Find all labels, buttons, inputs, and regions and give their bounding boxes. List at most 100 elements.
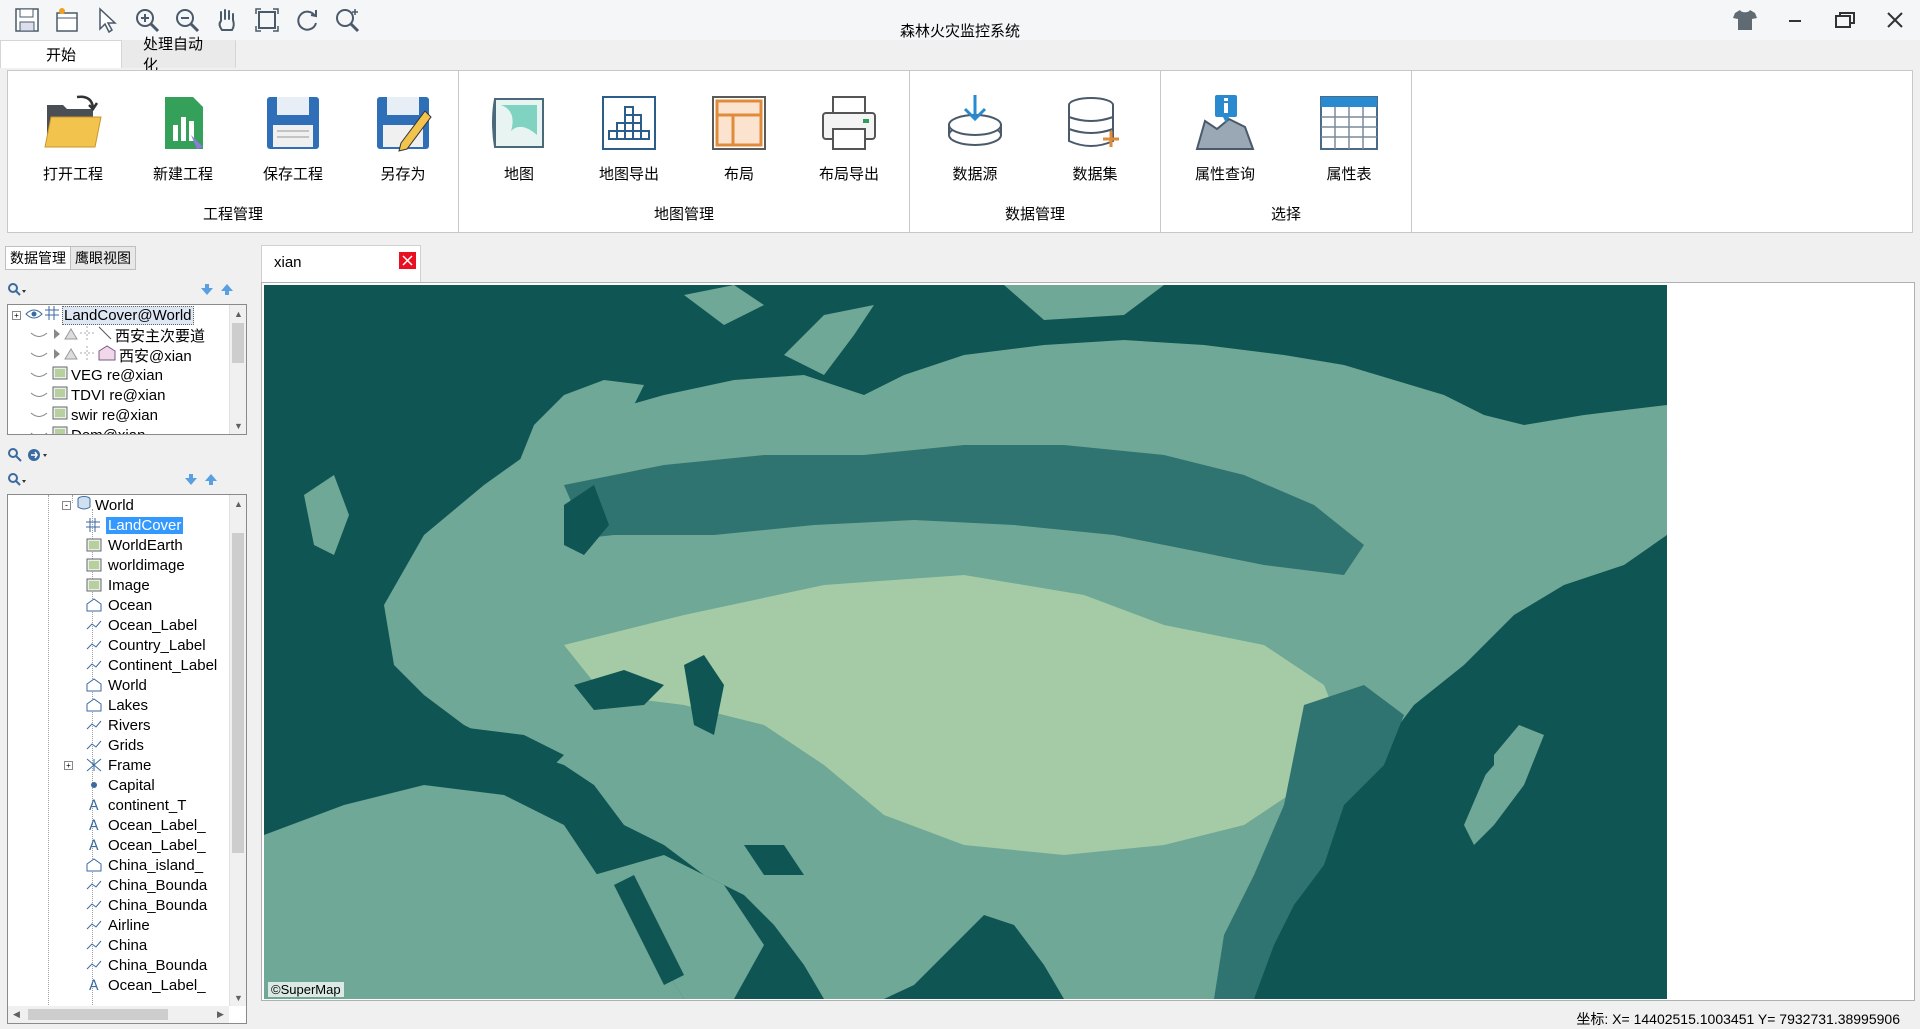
new-project-button[interactable]: 新建工程 (128, 91, 238, 184)
hidden-eye-icon[interactable] (30, 327, 48, 344)
dataset-node[interactable]: + Frame (64, 755, 152, 775)
hidden-eye-icon[interactable] (30, 427, 48, 434)
layout-button[interactable]: 布局 (684, 91, 794, 184)
expand-plus-icon[interactable]: + (12, 310, 21, 320)
dataset-node[interactable]: Rivers (86, 715, 151, 735)
dataset-node[interactable]: A Ocean_Label_ (86, 975, 206, 995)
hidden-eye-icon[interactable] (30, 387, 48, 404)
workspace-root-node[interactable]: - World (62, 495, 134, 515)
scroll-down-arrow[interactable]: ▼ (230, 417, 246, 434)
search-icon[interactable] (7, 447, 23, 463)
map-button[interactable]: 地图 (464, 91, 574, 184)
dataset-node[interactable]: Grids (86, 735, 144, 755)
layer-row[interactable]: TDVI re@xian (30, 385, 165, 405)
tab-start[interactable]: 开始 (0, 40, 122, 68)
close-tab-icon[interactable] (399, 252, 416, 269)
scroll-up-arrow[interactable]: ▲ (230, 495, 246, 512)
dataset-node[interactable]: Country_Label (86, 635, 206, 655)
selectable-arrow-icon[interactable] (52, 347, 62, 364)
workspace-scrollbar[interactable]: ▲ ▼ (229, 495, 246, 1006)
layer-list: + LandCover@World 西安主次要道 西安@xian VEG re@… (7, 304, 247, 435)
expand-plus-icon[interactable]: + (64, 760, 73, 770)
dataset-node[interactable]: WorldEarth (86, 535, 183, 555)
dataset-node[interactable]: Capital (86, 775, 155, 795)
layer-row[interactable]: VEG re@xian (30, 365, 163, 385)
layout-export-label: 布局导出 (818, 166, 879, 183)
attribute-query-button[interactable]: 属性查询 (1170, 91, 1280, 184)
scroll-thumb[interactable] (232, 533, 244, 853)
open-project-button[interactable]: 打开工程 (18, 91, 128, 184)
layer-row[interactable]: 西安主次要道 (30, 325, 205, 345)
editable-icon[interactable] (64, 327, 78, 344)
maximize-button[interactable] (1820, 0, 1870, 40)
editable-icon[interactable] (64, 347, 78, 364)
dataset-node[interactable]: World (86, 675, 147, 695)
dataset-node[interactable]: Ocean (86, 595, 152, 615)
visible-eye-icon[interactable] (25, 307, 43, 324)
hidden-eye-icon[interactable] (30, 367, 48, 384)
datasource-button[interactable]: 数据源 (920, 91, 1030, 184)
hidden-eye-icon[interactable] (30, 407, 48, 424)
hidden-eye-icon[interactable] (30, 347, 48, 364)
new-project-label: 新建工程 (152, 166, 213, 183)
image-dataset-icon (86, 578, 102, 592)
dataset-node[interactable]: China_Bounda (86, 875, 207, 895)
dataset-node[interactable]: LandCover (86, 515, 184, 535)
tab-data-management[interactable]: 数据管理 (5, 246, 71, 270)
move-up-icon[interactable] (203, 473, 219, 487)
map-document-tab[interactable]: xian (261, 245, 421, 283)
group-project: 打开工程 新建工程 保存工程 另存为 工程管理 (8, 71, 459, 232)
dataset-node[interactable]: Continent_Label (86, 655, 217, 675)
layer-list-scrollbar[interactable]: ▲ ▼ (229, 305, 246, 434)
text-dataset-icon: A (86, 978, 102, 992)
navigate-icon[interactable] (27, 447, 49, 463)
dataset-node[interactable]: Ocean_Label (86, 615, 197, 635)
layer-row[interactable]: + LandCover@World (12, 305, 194, 325)
skin-shirt-icon[interactable] (1720, 0, 1770, 40)
attribute-table-button[interactable]: 属性表 (1294, 91, 1404, 184)
map-export-icon (597, 91, 661, 155)
scroll-up-arrow[interactable]: ▲ (230, 305, 246, 322)
layer-row[interactable]: Dem@xian (30, 425, 145, 434)
dataset-node[interactable]: Lakes (86, 695, 148, 715)
dataset-node[interactable]: China (86, 935, 147, 955)
dataset-name: Frame (108, 756, 152, 774)
collapse-minus-icon[interactable]: - (62, 500, 71, 510)
map-canvas[interactable]: ©SuperMap (264, 285, 1667, 999)
scroll-thumb[interactable] (232, 323, 244, 363)
dataset-node[interactable]: Image (86, 575, 150, 595)
dataset-node[interactable]: China_Bounda (86, 955, 207, 975)
selectable-arrow-icon[interactable] (52, 327, 62, 344)
dataset-name: China_Bounda (108, 896, 208, 914)
left-panel-tabs: 数据管理 鹰眼视图 (5, 246, 136, 270)
workspace-search-icon[interactable] (7, 472, 27, 488)
tab-eagle-eye-label: 鹰眼视图 (75, 250, 131, 266)
close-button[interactable] (1870, 0, 1920, 40)
map-export-button[interactable]: 地图导出 (574, 91, 684, 184)
dataset-node[interactable]: China_island_ (86, 855, 203, 875)
tab-eagle-eye[interactable]: 鹰眼视图 (71, 246, 136, 270)
dataset-button[interactable]: 数据集 (1040, 91, 1150, 184)
snap-icon[interactable] (80, 326, 94, 344)
dataset-node[interactable]: Acontinent_T (86, 795, 186, 815)
move-down-icon[interactable] (199, 283, 215, 297)
dataset-node[interactable]: A Ocean_Label_ (86, 835, 206, 855)
dataset-node[interactable]: worldimage (86, 555, 185, 575)
app-window: 森林火灾监控系统 开始 处理自动化 打开工程 新建工程 保存工程 另存为 工程管… (0, 0, 1920, 1029)
move-down-icon[interactable] (183, 473, 199, 487)
scroll-down-arrow[interactable]: ▼ (230, 989, 246, 1006)
minimize-button[interactable] (1770, 0, 1820, 40)
layer-search-icon[interactable] (7, 282, 27, 298)
move-up-icon[interactable] (219, 283, 235, 297)
tab-automation[interactable]: 处理自动化 (122, 36, 236, 74)
save-as-button[interactable]: 另存为 (348, 91, 458, 184)
layer-row[interactable]: swir re@xian (30, 405, 158, 425)
dataset-node[interactable]: A Ocean_Label_ (86, 815, 206, 835)
snap-icon[interactable] (80, 346, 94, 364)
save-project-button[interactable]: 保存工程 (238, 91, 348, 184)
layout-export-button[interactable]: 布局导出 (794, 91, 904, 184)
svg-text:A: A (89, 838, 99, 852)
dataset-node[interactable]: China_Bounda (86, 895, 207, 915)
layer-row[interactable]: 西安@xian (30, 345, 192, 365)
dataset-node[interactable]: Airline (86, 915, 150, 935)
